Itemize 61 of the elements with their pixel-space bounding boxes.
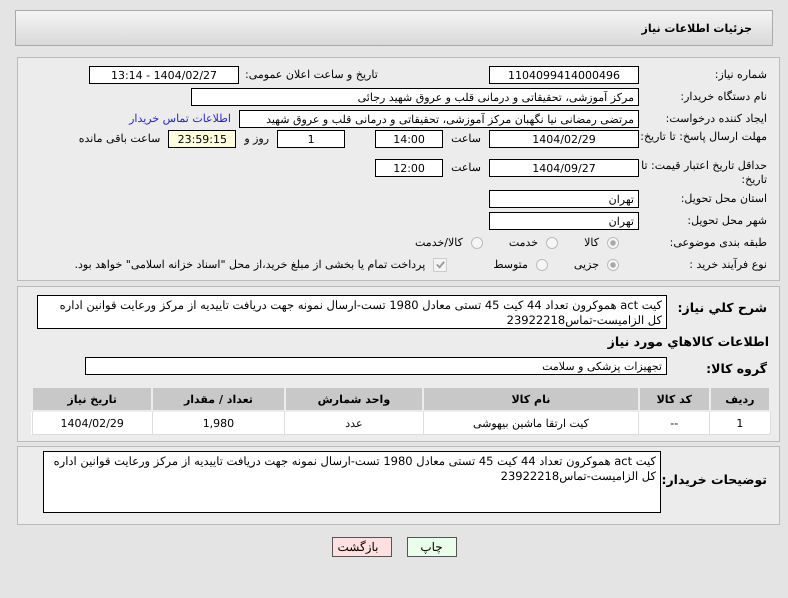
radio-button[interactable] xyxy=(607,258,619,270)
province-field: تهران xyxy=(489,190,639,208)
announce-date-field: 1404/02/27 - 13:14 xyxy=(89,66,239,84)
days-field: 1 xyxy=(277,130,346,148)
column-header: تاریخ نیاز xyxy=(32,387,152,411)
deadline-date-field: 1404/02/29 xyxy=(489,130,639,148)
table-cell: عدد xyxy=(284,411,424,434)
buyer-contact-link[interactable]: اطلاعات تماس خریدار xyxy=(129,112,231,125)
radio-label: متوسط xyxy=(492,258,528,271)
field-label: شماره نیاز: xyxy=(714,68,768,82)
field-label: استان محل تحویل: xyxy=(680,192,768,206)
field-label: مهلت ارسال پاسخ: تا تاریخ: xyxy=(639,130,768,144)
radio-button[interactable] xyxy=(470,236,483,248)
buyer-notes-text-area: کیت act هموکرون تعداد 44 کیت 45 تستی معادل 1980 تست-ارسال نمونه جهت دریافت تاییدیه از مرکز ورعایت قوانین اداره کل الزامیست-تماس23922218 xyxy=(43,451,661,513)
table-cell: 1 xyxy=(710,411,770,434)
need-number-field: 1104099414000496 xyxy=(489,66,639,84)
city-field: تهران xyxy=(489,212,639,230)
column-header: نام کالا xyxy=(423,387,639,411)
buyer-org-field: مرکز آموزشی، تحقیقاتی و درمانی قلب و عروق شهید رجائی xyxy=(191,88,639,106)
checkbox[interactable] xyxy=(433,258,448,272)
checkbox-label: پرداخت تمام یا بخشی از مبلغ خرید،از محل "اسناد خزانه اسلامی" خواهد بود. xyxy=(74,258,426,271)
column-header: تعداد / مقدار xyxy=(152,387,285,411)
days-label: روز و xyxy=(242,131,270,147)
radio-label: کالا xyxy=(583,236,599,249)
deadline-time-field: 14:00 xyxy=(375,130,444,148)
field-label: نام دستگاه خریدار: xyxy=(679,90,768,104)
creator-field: مرتضی رمضانی نیا نگهبان مرکز آموزشی، تحقیقاتی و درمانی قلب و عروق شهید xyxy=(239,110,639,128)
radio-label: کالا/خدمت xyxy=(414,236,463,249)
radio-label: جزیی xyxy=(572,258,599,271)
field-label: شرح کلي نياز: xyxy=(676,299,768,315)
section-heading: اطلاعات کالاهاي مورد نياز xyxy=(606,333,770,351)
radio-button[interactable] xyxy=(546,236,558,248)
field-label: ایجاد کننده درخواست: xyxy=(664,112,768,126)
field-label: حداقل تاریخ اعتبار قیمت: تا تاریخ: xyxy=(640,159,768,187)
table-cell: کیت ارتقا ماشین بیهوشی xyxy=(423,411,639,434)
radio-button[interactable] xyxy=(536,258,548,270)
field-label: توضیحات خریدار: xyxy=(661,471,768,487)
print-button[interactable]: چاپ xyxy=(406,537,456,557)
back-button[interactable]: بازگشت xyxy=(332,537,392,557)
remaining-label: ساعت باقی مانده xyxy=(78,131,162,147)
field-label: تاریخ و ساعت اعلان عمومی: xyxy=(244,68,379,81)
time-label: ساعت xyxy=(450,131,482,147)
table-cell: 1,980 xyxy=(152,411,285,434)
summary-text-area: کیت act هموکرون تعداد 44 کیت 45 تستی معادل 1980 تست-ارسال نمونه جهت دریافت تاییدیه از مرکز ورعایت قوانین اداره کل الزامیست-تماس23922218 xyxy=(37,295,667,329)
table-cell: 1404/02/29 xyxy=(32,411,152,434)
time-label: ساعت xyxy=(450,160,482,176)
field-label: شهر محل تحویل: xyxy=(686,214,768,228)
field-label: نوع فرآیند خرید : xyxy=(688,258,768,272)
column-header: واحد شمارش xyxy=(284,387,424,411)
column-header: کد کالا xyxy=(638,387,710,411)
radio-button[interactable] xyxy=(607,236,619,248)
remaining-time-field: 23:59:15 xyxy=(168,130,236,148)
table-cell: -- xyxy=(638,411,710,434)
radio-label: خدمت xyxy=(508,236,538,249)
goods-group-field: تجهیزات پزشکی و سلامت xyxy=(85,356,667,374)
field-label: طبقه بندی موضوعی: xyxy=(668,236,768,250)
field-label: گروه کالا: xyxy=(705,360,768,376)
column-header: ردیف xyxy=(710,387,770,411)
page-title: جزئیات اطلاعات نیاز xyxy=(642,22,752,34)
validity-time-field: 12:00 xyxy=(375,159,444,177)
validity-date-field: 1404/09/27 xyxy=(489,159,639,177)
